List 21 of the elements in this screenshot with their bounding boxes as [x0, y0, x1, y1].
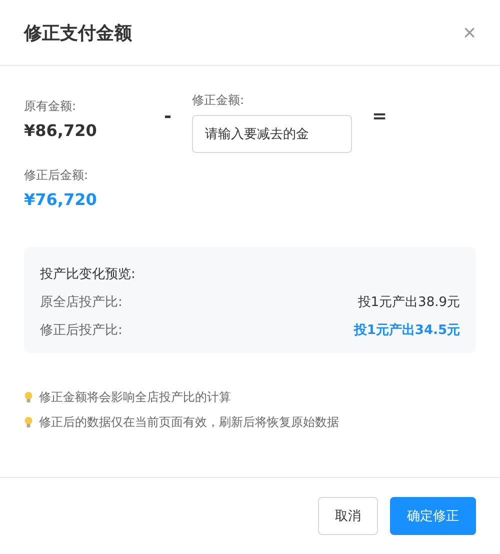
field-label: 原有金额: — [24, 98, 78, 115]
ratio-value: 投1元产出34.5元 — [354, 322, 460, 339]
ratio-label: 修正后投产比: — [40, 322, 122, 339]
preview-title: 投产比变化预览: — [40, 266, 136, 283]
lightbulb-icon — [24, 391, 33, 404]
ratio-value: 投1元产出38.9元 — [358, 294, 460, 311]
confirm-button[interactable]: 确定修正 — [390, 497, 476, 535]
field-label: 修正后金额: — [24, 167, 90, 184]
amount-value: ¥86,720 — [24, 121, 98, 140]
cancel-button[interactable]: 取消 — [318, 497, 378, 535]
minus-sign: - — [164, 106, 172, 127]
ratio-label: 原全店投产比: — [40, 294, 122, 311]
field-label: 修正金额: — [192, 92, 246, 109]
close-button[interactable]: × — [463, 22, 476, 44]
dialog-title: 修正支付金额 — [24, 22, 132, 44]
amount-value: ¥76,720 — [24, 190, 98, 209]
tip-text: 修正金额将会影响全店投产比的计算 — [39, 389, 231, 406]
tip-text: 修正后的数据仅在当前页面有效，刷新后将恢复原始数据 — [39, 414, 339, 431]
lightbulb-icon — [24, 416, 33, 429]
amount-input[interactable]: 请输入要减去的金 — [192, 115, 352, 153]
equals-sign: = — [372, 106, 388, 127]
